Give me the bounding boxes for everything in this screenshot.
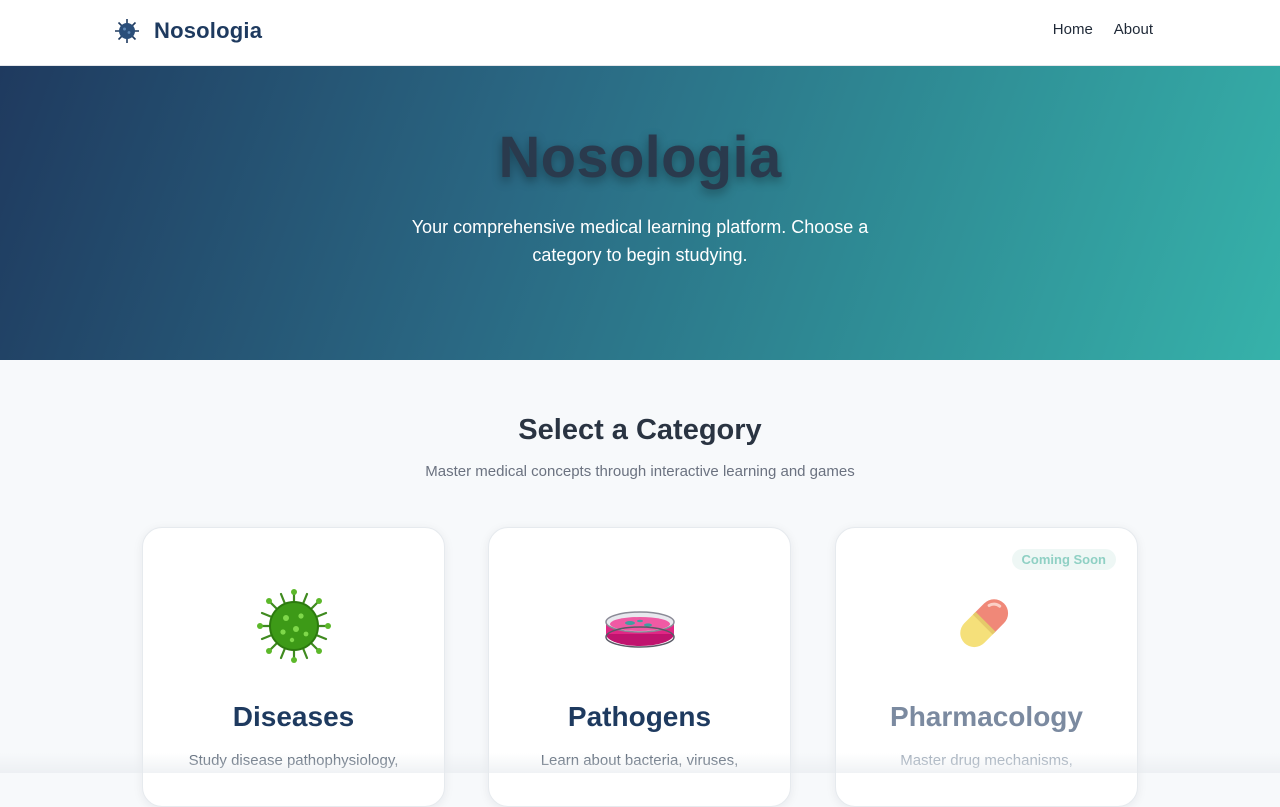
nav-links: Home About [1053,20,1153,40]
virus-icon [256,589,331,663]
card-title: Pathogens [567,701,712,732]
pill-icon [959,599,1008,648]
nav-link-home[interactable]: Home [1053,20,1093,40]
card-description: Master drug mechanisms, [900,752,1073,769]
section-title: Select a Category [518,414,762,446]
navbar: Nosologia Home About [0,0,1280,66]
card-description: Study disease pathophysiology, [188,752,399,769]
hero-subtitle: Your comprehensive medical learning plat… [411,217,869,265]
category-card-pathogens[interactable]: Pathogens Learn about bacteria, viruses, [488,527,791,807]
coming-soon-badge: Coming Soon [1011,549,1116,570]
virus-icon [115,19,139,43]
section-subtitle: Master medical concepts through interact… [425,463,855,480]
brand-name: Nosologia [154,18,263,43]
card-title: Pharmacology [890,701,1083,732]
category-card-diseases[interactable]: Diseases Study disease pathophysiology, [142,527,445,807]
hero-banner: Nosologia Your comprehensive medical lea… [0,66,1280,360]
card-description: Learn about bacteria, viruses, [540,752,739,769]
category-card-pharmacology: Coming Soon Pharmacology Master drug mec… [835,527,1138,807]
hero-title: Nosologia [498,125,782,190]
petri-dish-icon [604,611,675,648]
nav-link-about[interactable]: About [1114,20,1153,40]
card-title: Diseases [232,701,355,732]
brand[interactable]: Nosologia [114,14,262,48]
